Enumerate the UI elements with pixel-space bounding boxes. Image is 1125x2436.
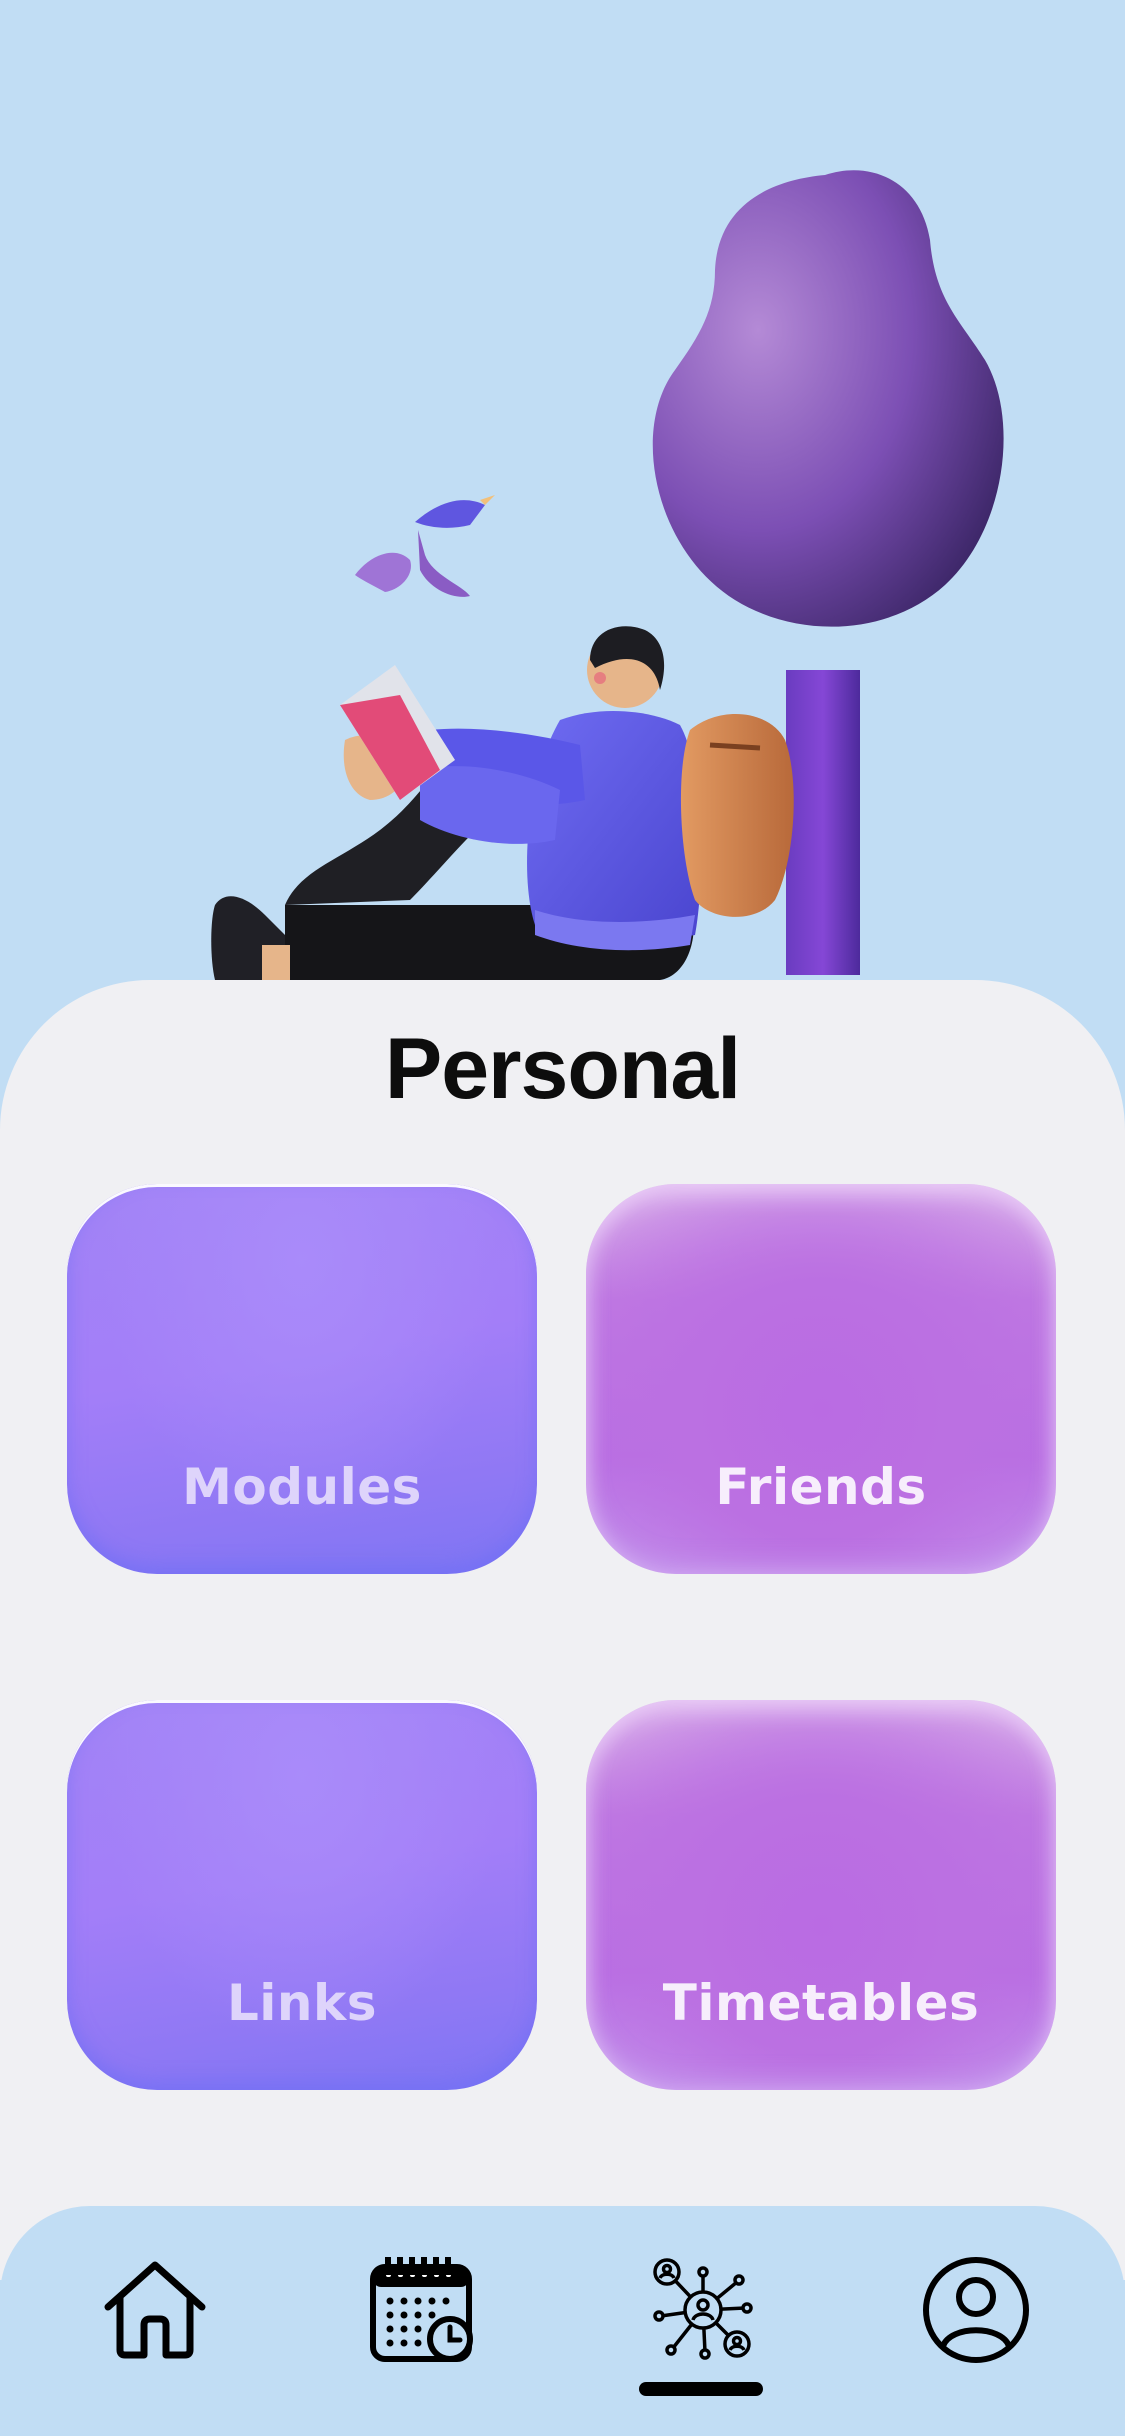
- profile-icon: [923, 2257, 1029, 2363]
- calendar-clock-icon: [370, 2257, 473, 2362]
- modules-card-label: Modules: [182, 1458, 422, 1516]
- links-card-label: Links: [226, 1974, 378, 2032]
- tab-network[interactable]: [643, 2250, 763, 2370]
- home-icon: [104, 2261, 206, 2359]
- tab-profile[interactable]: [916, 2250, 1036, 2370]
- modules-card[interactable]: Modules: [67, 1184, 537, 1574]
- tab-home[interactable]: [95, 2250, 215, 2370]
- links-card[interactable]: Links: [67, 1700, 537, 2090]
- tab-calendar[interactable]: [363, 2250, 483, 2370]
- page-title: Personal: [384, 1021, 741, 1117]
- friends-card[interactable]: Friends: [586, 1184, 1056, 1574]
- active-tab-indicator: [639, 2382, 763, 2396]
- reading-person-under-tree-illustration: [211, 170, 1004, 980]
- timetables-card-label: Timetables: [662, 1974, 980, 2032]
- timetables-card[interactable]: Timetables: [586, 1700, 1056, 2090]
- hero-illustration: [0, 0, 1125, 1000]
- network-people-icon: [653, 2258, 753, 2360]
- friends-card-label: Friends: [715, 1458, 927, 1516]
